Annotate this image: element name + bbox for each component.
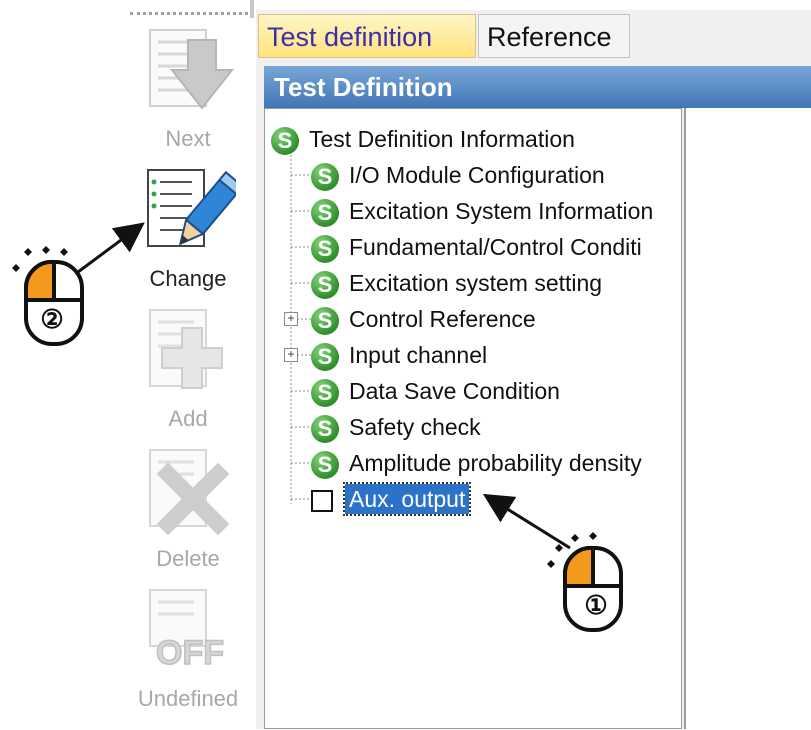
s-icon: S bbox=[311, 198, 339, 227]
test-definition-tree: S Test Definition Information S I/O Module… bbox=[264, 108, 682, 729]
arrow-down-icon bbox=[149, 29, 235, 110]
expand-control-reference-icon[interactable]: + bbox=[284, 312, 298, 326]
tree-item-label: Fundamental/Control Conditi bbox=[349, 234, 642, 260]
expand-input-channel-icon[interactable]: + bbox=[284, 348, 298, 362]
s-icon: S bbox=[311, 234, 339, 263]
change-button[interactable]: Change bbox=[126, 158, 250, 298]
tree-item-amplitude-probability[interactable]: S Amplitude probability density bbox=[311, 446, 642, 480]
s-icon: S bbox=[311, 378, 339, 407]
add-label: Add bbox=[168, 406, 208, 431]
tree-item-label: Amplitude probability density bbox=[349, 450, 642, 476]
tree-item-excitation-info[interactable]: S Excitation System Information bbox=[311, 194, 653, 228]
undefined-label: Undefined bbox=[137, 686, 239, 711]
tree-item-label: I/O Module Configuration bbox=[349, 162, 605, 188]
pencil-icon bbox=[147, 169, 236, 247]
tree-root-label: Test Definition Information bbox=[309, 126, 575, 152]
tree-item-label: Safety check bbox=[349, 414, 481, 440]
undefined-button[interactable]: OFF Undefined bbox=[126, 578, 250, 718]
tree-item-io-module[interactable]: S I/O Module Configuration bbox=[311, 158, 605, 192]
s-icon: S bbox=[311, 414, 339, 443]
toolbar-grip bbox=[130, 12, 248, 15]
tree-item-aux-output[interactable]: Aux. output bbox=[311, 482, 472, 516]
s-icon: S bbox=[311, 342, 339, 371]
tab-test-definition[interactable]: Test definition bbox=[258, 14, 476, 58]
x-icon bbox=[149, 449, 230, 536]
next-label: Next bbox=[165, 126, 211, 151]
add-button[interactable]: Add bbox=[126, 298, 250, 438]
main-panel: Test definition Reference Test Definitio… bbox=[256, 10, 811, 729]
next-button[interactable]: Next bbox=[126, 18, 250, 158]
tree-item-safety-check[interactable]: S Safety check bbox=[311, 410, 481, 444]
s-icon: S bbox=[311, 270, 339, 299]
delete-button[interactable]: Delete bbox=[126, 438, 250, 578]
tree-item-input-channel[interactable]: S Input channel bbox=[311, 338, 487, 372]
s-icon: S bbox=[311, 306, 339, 335]
panel-title: Test Definition bbox=[264, 66, 811, 108]
tree-item-label: Control Reference bbox=[349, 306, 536, 332]
tab-bar: Test definition Reference bbox=[256, 10, 811, 60]
tree-item-label: Data Save Condition bbox=[349, 378, 560, 404]
tree-root-node[interactable]: S Test Definition Information bbox=[271, 122, 575, 156]
tree-item-data-save[interactable]: S Data Save Condition bbox=[311, 374, 560, 408]
tree-item-excitation-setting[interactable]: S Excitation system setting bbox=[311, 266, 602, 300]
svg-text:OFF: OFF bbox=[156, 634, 224, 672]
off-icon: OFF bbox=[149, 589, 225, 673]
delete-label: Delete bbox=[156, 546, 220, 571]
tree-item-fundamental-control[interactable]: S Fundamental/Control Conditi bbox=[311, 230, 642, 264]
tree-item-label-selected: Aux. output bbox=[342, 482, 472, 516]
tree-item-label: Excitation System Information bbox=[349, 198, 654, 224]
plus-icon bbox=[149, 309, 223, 389]
s-icon: S bbox=[271, 126, 299, 155]
side-toolbar: Next Change Add Delete OFF Undefined bbox=[126, 18, 254, 729]
step-2-marker: ② bbox=[40, 304, 64, 334]
aux-output-checkbox[interactable] bbox=[311, 489, 333, 512]
tree-item-control-reference[interactable]: S Control Reference bbox=[311, 302, 536, 336]
tree-item-label: Excitation system setting bbox=[349, 270, 603, 296]
tree-item-label: Input channel bbox=[349, 342, 488, 368]
detail-pane bbox=[684, 108, 811, 729]
step-1-marker: ① bbox=[584, 590, 608, 620]
tab-reference[interactable]: Reference bbox=[478, 14, 630, 58]
s-icon: S bbox=[311, 162, 339, 191]
change-label: Change bbox=[149, 266, 227, 291]
s-icon: S bbox=[311, 450, 339, 479]
